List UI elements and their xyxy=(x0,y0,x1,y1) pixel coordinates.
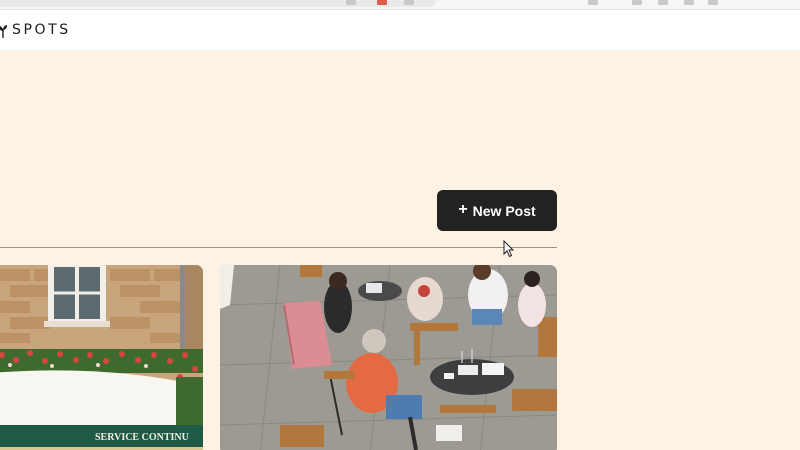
page-action-icon[interactable] xyxy=(346,0,356,5)
section-divider xyxy=(0,247,557,248)
post-card[interactable]: SERVICE CONTINU xyxy=(0,265,203,450)
mouse-cursor-icon xyxy=(503,240,515,258)
logo[interactable]: SPOTS xyxy=(0,22,71,38)
toolbar-icon[interactable] xyxy=(658,0,668,5)
address-bar[interactable] xyxy=(0,0,436,7)
flower-icon xyxy=(0,25,7,38)
toolbar-icon[interactable] xyxy=(588,0,598,5)
new-post-button[interactable]: + New Post xyxy=(437,190,557,231)
brand-name: SPOTS xyxy=(12,22,71,38)
bookmark-icon[interactable] xyxy=(404,0,414,5)
plus-icon: + xyxy=(458,201,468,218)
cafe-terrace-photo xyxy=(220,265,557,450)
building-photo: SERVICE CONTINU xyxy=(0,265,203,450)
new-post-label: New Post xyxy=(472,202,536,219)
browser-toolbar xyxy=(0,0,800,10)
storefront-sign-text: SERVICE CONTINU xyxy=(95,432,189,443)
toolbar-icon[interactable] xyxy=(708,0,718,5)
post-card[interactable] xyxy=(220,265,557,450)
toolbar-icon[interactable] xyxy=(632,0,642,5)
site-header: SPOTS xyxy=(0,10,800,50)
extension-icon[interactable] xyxy=(377,0,387,5)
toolbar-icon[interactable] xyxy=(684,0,694,5)
